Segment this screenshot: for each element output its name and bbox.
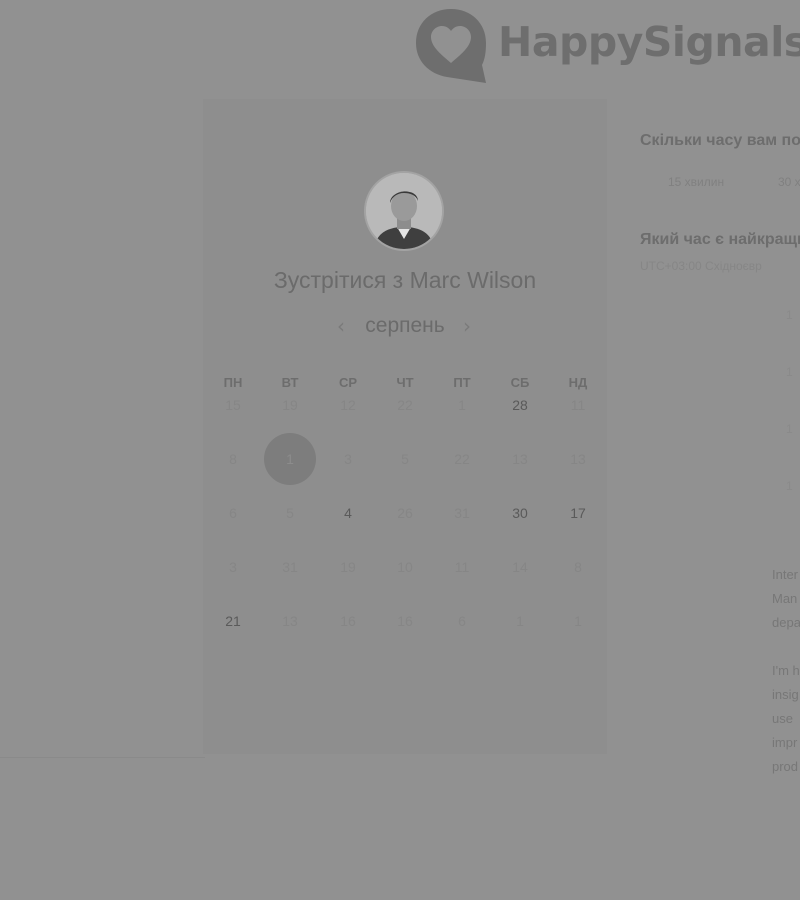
calendar-day: 26	[397, 505, 413, 521]
time-slot[interactable]: 1	[786, 365, 800, 379]
month-label: серпень	[365, 314, 445, 337]
weekday-header: ВТ	[281, 375, 299, 390]
calendar-day: 1	[574, 613, 582, 629]
time-slot[interactable]: 1	[786, 422, 800, 436]
time-slot[interactable]: 1	[786, 479, 800, 493]
brand-name: HappySignals	[498, 18, 800, 66]
calendar-day: 31	[454, 505, 470, 521]
calendar-day: 22	[454, 451, 470, 467]
calendar-day: 6	[229, 505, 237, 521]
avatar	[366, 173, 442, 249]
time-question: Який час є найкращий	[640, 231, 800, 248]
calendar-day: 8	[229, 451, 237, 467]
description-line: impr	[772, 735, 798, 750]
calendar-day: 10	[397, 559, 413, 575]
weekday-header: СБ	[510, 375, 530, 390]
time-slot[interactable]: 1	[786, 308, 800, 322]
weekday-header: ПН	[223, 375, 243, 390]
calendar-day: 3	[229, 559, 237, 575]
calendar-day: 3	[344, 451, 352, 467]
calendar-day: 22	[397, 397, 413, 413]
description-line: prod	[772, 759, 799, 774]
month-navigation: ‹ серпень ›	[203, 314, 607, 344]
timezone-selector[interactable]: UTC+03:00 Східноєвр	[640, 259, 762, 273]
duration-question: Скільки часу вам по	[640, 132, 800, 149]
calendar-day[interactable]: 4	[328, 505, 368, 521]
calendar-day: 15	[225, 397, 241, 413]
description-line: Inter	[772, 567, 799, 582]
calendar-day[interactable]: 17	[558, 505, 598, 521]
description-line: depa	[772, 615, 800, 630]
calendar-day: 1	[516, 613, 524, 629]
duration-option[interactable]: 30 х	[778, 175, 800, 189]
duration-option[interactable]: 15 хвилин	[668, 175, 724, 189]
weekday-header: ЧТ	[396, 375, 414, 390]
calendar-day: 14	[512, 559, 528, 575]
calendar-day: 5	[401, 451, 409, 467]
calendar-day: 19	[282, 397, 298, 413]
calendar-day: 13	[512, 451, 528, 467]
description-line: I'm h	[772, 663, 800, 678]
divider	[0, 757, 205, 758]
calendar-day[interactable]: 30	[500, 505, 540, 521]
calendar-day: 16	[397, 613, 413, 629]
heart-speech-bubble-icon	[414, 7, 488, 85]
calendar-day: 16	[340, 613, 356, 629]
calendar-day: 13	[570, 451, 586, 467]
description-line: Man	[772, 591, 798, 606]
calendar-day-selected[interactable]: 1	[264, 433, 316, 485]
calendar-day: 1	[458, 397, 466, 413]
description-line: use	[772, 711, 793, 726]
weekday-header: НД	[568, 375, 588, 390]
happysignals-logo[interactable]: HappySignals	[414, 6, 800, 86]
calendar-day: 12	[340, 397, 356, 413]
description-line: insig	[772, 687, 799, 702]
calendar-day: 6	[458, 613, 466, 629]
calendar-day: 19	[340, 559, 356, 575]
calendar-day[interactable]: 28	[500, 397, 540, 413]
booking-calendar-card: Зустрітися з Marc Wilson ‹ серпень › ПН В…	[203, 99, 607, 754]
weekday-header: СР	[338, 375, 358, 390]
calendar-day: 11	[454, 559, 470, 575]
calendar-day: 31	[282, 559, 298, 575]
calendar-day: 11	[570, 397, 586, 413]
meeting-title: Зустрітися з Marc Wilson	[273, 267, 537, 293]
calendar-day: 13	[282, 613, 298, 629]
calendar-day: 8	[574, 559, 582, 575]
calendar-day: 5	[286, 505, 294, 521]
chevron-right-icon[interactable]: ›	[457, 314, 477, 338]
calendar-day[interactable]: 21	[213, 613, 253, 629]
weekday-header: ПТ	[453, 375, 471, 390]
